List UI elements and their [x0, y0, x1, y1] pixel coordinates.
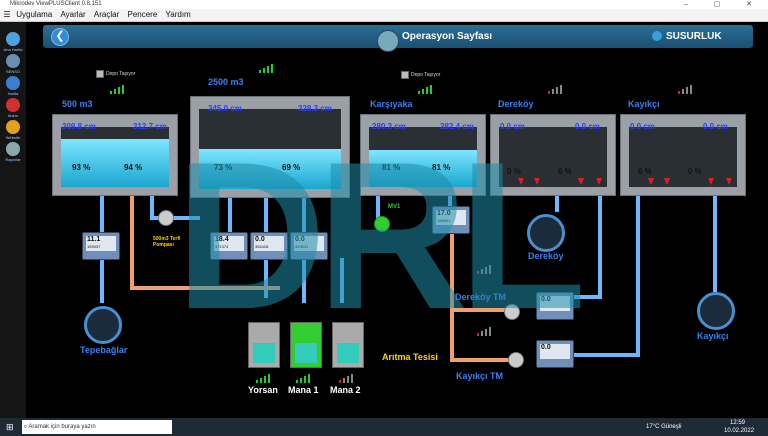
tank-percent-right: 0 %: [688, 167, 702, 176]
tank-level-left: 0.0 cm: [630, 122, 655, 131]
station-kayikci-icon[interactable]: [697, 292, 735, 330]
menu-pencere[interactable]: Pencere: [128, 9, 158, 21]
hamburger-icon[interactable]: ☰: [0, 9, 14, 21]
menu-uygulama[interactable]: Uygulama: [16, 9, 52, 21]
tank-level-right: 328.3 cm: [298, 104, 332, 113]
sidebar-item-harita[interactable]: Harita: [2, 76, 24, 96]
depo-checkbox[interactable]: [401, 71, 409, 79]
flow-meter[interactable]: 11.1 159337: [82, 232, 120, 260]
page-title: Operasyon Sayfası: [402, 31, 493, 42]
signal-icon: [296, 373, 310, 383]
alarm-arrow-icon: [648, 178, 654, 185]
report-icon: [6, 142, 20, 156]
tank-level-right: 0.0 cm: [575, 122, 600, 131]
tank-level-left: 345.0 cm: [208, 104, 242, 113]
tank-level-left: 309.8 cm: [62, 122, 96, 131]
alarm-arrow-icon: [596, 178, 602, 185]
sidebar-item-alarm[interactable]: Alarm: [2, 98, 24, 118]
tank-level-right: 0.0 cm: [703, 122, 728, 131]
signal-icon: [678, 84, 692, 94]
sidebar: Ana Harita SENSÖ Harita Alarm Website Ra…: [0, 22, 26, 418]
alarm-arrow-icon: [664, 178, 670, 185]
clock-date: 10.02.2022: [724, 428, 755, 434]
website-icon: [6, 120, 20, 134]
sidebar-item-raporlar[interactable]: Raporlar: [2, 142, 24, 162]
tank-label-derekoy: Dereköy: [498, 99, 534, 109]
pipe: [713, 192, 717, 292]
back-button[interactable]: ❮: [51, 28, 69, 46]
depo-label: Depo Taşıyor: [106, 71, 136, 77]
sidebar-item-website[interactable]: Website: [2, 120, 24, 140]
depo-label: Depo Taşıyor: [411, 72, 441, 78]
tank-percent-left: 0 %: [638, 167, 652, 176]
tank-label-kayikci: Kayıkçı: [628, 99, 660, 109]
menu-bar: ☰ Uygulama Ayarlar Araçlar Pencere Yardı…: [0, 9, 768, 22]
window-title: Mikrodev ViewPLUSClient 0.8.151: [10, 1, 102, 7]
pipe: [598, 192, 602, 297]
alarm-arrow-icon: [578, 178, 584, 185]
clock-time: 12:59: [730, 420, 746, 426]
menu-araclar[interactable]: Araçlar: [94, 9, 119, 21]
station-tepebaglar: Tepebağlar: [80, 345, 128, 355]
well-mana2-label: Mana 2: [330, 385, 361, 395]
location-logo-icon: [377, 30, 399, 52]
station-tepebaglar-icon[interactable]: [84, 306, 122, 344]
signal-icon: [110, 84, 124, 94]
pipe: [450, 358, 510, 362]
alarm-arrow-icon: [708, 178, 714, 185]
depo-checkbox[interactable]: [96, 70, 104, 78]
pipe: [100, 192, 104, 232]
window-controls[interactable]: – ▢ ✕: [684, 0, 764, 9]
signal-icon: [256, 373, 270, 383]
weather-text: 17°C Güneşli: [646, 424, 682, 430]
well-mana1-label: Mana 1: [288, 385, 319, 395]
signal-icon: [418, 84, 432, 94]
watermark-logo: DRL: [175, 118, 587, 353]
alarm-arrow-icon: [726, 178, 732, 185]
signal-icon: [548, 84, 562, 94]
brand-logo-icon: [652, 31, 662, 41]
pipe: [130, 192, 134, 288]
tank-level-right: 312.7 cm: [133, 122, 167, 131]
pump-icon[interactable]: [158, 210, 174, 226]
sidebar-item-ana-harita[interactable]: Ana Harita: [2, 32, 24, 52]
signal-icon: [339, 373, 353, 383]
alarm-icon: [6, 98, 20, 112]
signal-icon: [259, 63, 273, 73]
pipe: [636, 192, 640, 357]
tank-label-karsiyaka: Karşıyaka: [370, 99, 413, 109]
station-kayikci-tm: Kayıkçı TM: [456, 371, 504, 381]
start-icon[interactable]: ⊞: [6, 422, 14, 433]
tank-percent-right: 94 %: [124, 163, 143, 172]
pipe: [100, 258, 104, 303]
tank-percent-left: 93 %: [72, 163, 91, 172]
station-kayikci: Kayıkçı: [697, 331, 729, 341]
window-titlebar: Mikrodev ViewPLUSClient 0.8.151 – ▢ ✕: [0, 0, 768, 9]
globe-icon: [6, 76, 20, 90]
sensor-icon: [6, 54, 20, 68]
menu-yardim[interactable]: Yardım: [166, 9, 191, 21]
tank-label-2500m3: 2500 m3: [208, 77, 244, 87]
brand-name: SUSURLUK: [666, 31, 722, 42]
sidebar-item-senso[interactable]: SENSÖ: [2, 54, 24, 74]
map-icon: [6, 32, 20, 46]
taskbar-search[interactable]: ⌕ Aramak için buraya yazın: [22, 420, 172, 434]
menu-ayarlar[interactable]: Ayarlar: [60, 9, 85, 21]
tank-label-500m3: 500 m3: [62, 99, 93, 109]
well-yorsan-label: Yorsan: [248, 385, 278, 395]
